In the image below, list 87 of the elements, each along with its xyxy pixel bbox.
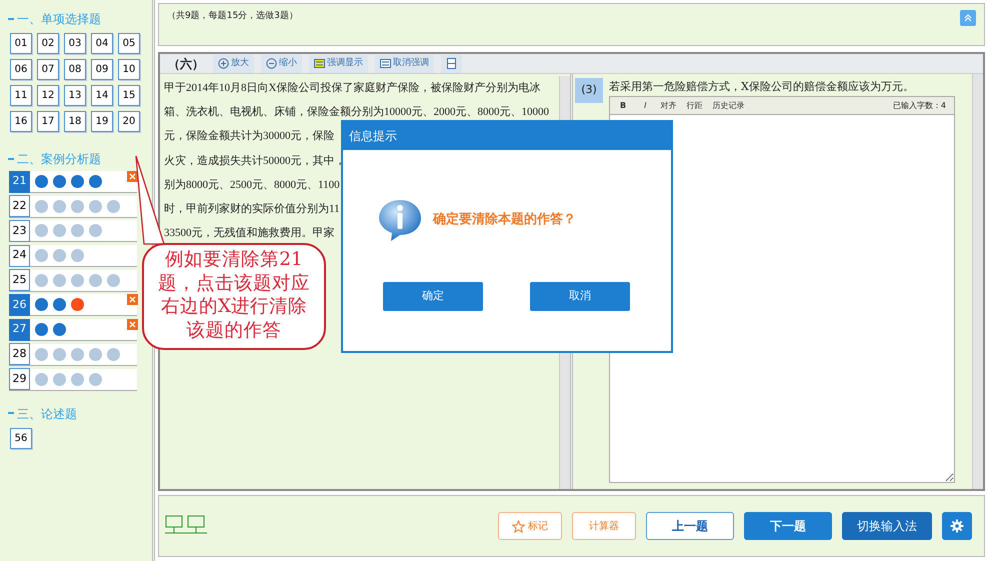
question-row[interactable]: 29 [9,368,137,390]
passage-line: 33500元，无残值和施救费用。甲家 [164,226,334,242]
question-number[interactable]: 18 [64,111,86,132]
clear-icon[interactable] [127,294,138,306]
footer-button[interactable]: 下一题 [744,512,832,540]
info-icon [377,198,423,242]
question-row[interactable]: 28 [9,344,137,366]
question-number[interactable]: 13 [64,85,86,106]
split-button[interactable] [441,54,462,72]
question-number[interactable]: 28 [9,343,30,366]
zoom-out-icon [266,58,277,69]
dialog-message: 确定要清除本题的作答？ [433,210,576,230]
question-number[interactable]: 19 [91,111,113,132]
gear-icon [950,519,964,533]
exam-summary: （共9题，每题15分，选做3题） [167,10,298,23]
question-number[interactable]: 02 [37,33,59,54]
footer-button[interactable]: 切换输入法 [842,512,932,540]
question-number[interactable]: 25 [9,269,30,292]
question-number[interactable]: 22 [9,195,30,218]
zoom-in-icon [218,58,229,69]
editor-tool[interactable]: 行距 [684,100,704,112]
question-number[interactable]: 01 [10,33,32,54]
question-number[interactable]: 16 [10,111,32,132]
question-number[interactable]: 09 [91,59,113,80]
question-row[interactable]: 25 [9,270,137,292]
question-row[interactable]: 21 [9,171,137,193]
editor-tool[interactable]: 对齐 [658,100,678,112]
question-row[interactable]: 27 [9,319,137,342]
passage-line: 元，保险金额共计为30000元，保险 [164,128,334,144]
dialog-button[interactable]: 确定 [383,282,483,311]
settings-button[interactable] [942,512,972,540]
question-number[interactable]: 03 [64,33,86,54]
passage-line: 火灾，造成损失共计50000元，其中， [164,154,346,169]
passage-line: 甲于2014年10月8日向X保险公司投保了家庭财产保险，被保险财产分别为电冰 [164,80,540,96]
toolbar-button[interactable]: 缩小 [261,54,302,72]
callout-text: 例如要清除第21 题，点击该题对应 右边的X进行清除 该题的作答 [142,243,326,350]
question-number[interactable]: 08 [64,59,86,80]
subquestion-label: (3) [575,78,603,103]
question-number[interactable]: 04 [91,33,113,54]
toolbar-button[interactable]: 取消强调 [375,54,434,72]
highlight-icon [314,58,325,69]
subquestion-text: 若采用第一危险赔偿方式，X保险公司的赔偿金额应该为万元。 [609,79,914,95]
collapse-button[interactable] [960,10,976,26]
question-number[interactable]: 07 [37,59,59,80]
dialog-button[interactable]: 取消 [530,282,630,311]
split-view-icon [446,58,457,69]
toolbar-button[interactable]: 强调显示 [309,54,368,72]
unhighlight-icon [380,58,391,69]
question-row[interactable]: 23 [9,220,137,242]
editor-tool[interactable]: B [618,100,628,112]
section-title: 三、论述题 [17,406,77,422]
passage-line: 别为8000元、2500元、8000元、1100 [164,178,340,193]
question-number[interactable]: 27 [9,318,30,341]
clear-icon[interactable] [127,319,138,330]
footer-button[interactable]: 上一题 [646,512,734,540]
passage-line: 时，甲前列家财的实际价值分别为11 [164,202,340,218]
question-row[interactable]: 24 [9,245,137,268]
question-number[interactable]: 23 [9,220,30,242]
question-number[interactable]: 17 [37,111,59,132]
question-number[interactable]: 14 [91,85,113,106]
scrollbar[interactable] [972,74,983,489]
question-row[interactable]: 26 [9,294,137,316]
question-number[interactable]: 05 [118,33,140,54]
question-number[interactable]: 21 [9,170,30,192]
question-number[interactable]: 26 [9,294,30,316]
question-label: （六） [167,56,205,72]
question-number[interactable]: 06 [10,59,32,80]
section-title: 二、案例分析题 [17,151,101,168]
question-row[interactable]: 22 [9,196,137,218]
character-counter: 已输入字数：4 [892,100,946,112]
section-title: 一、单项选择题 [17,11,101,28]
question-number[interactable]: 56 [10,428,32,448]
question-number[interactable]: 15 [118,85,140,106]
question-number[interactable]: 20 [118,111,140,132]
double-chevron-icon [964,14,972,22]
editor-tool[interactable]: 历史记录 [710,100,746,112]
question-number[interactable]: 24 [9,244,30,267]
star-icon [512,520,525,532]
dialog-title: 信息提示 [343,122,671,150]
editor-tool[interactable]: I [642,100,648,112]
question-number[interactable]: 29 [9,368,30,390]
toolbar-button[interactable]: 放大 [213,54,254,72]
question-number[interactable]: 12 [37,85,59,106]
passage-line: 箱、洗衣机、电视机、床铺，保险金额分别为10000元、2000元、8000元、10000 [164,104,549,120]
clear-icon[interactable] [127,171,138,182]
question-number[interactable]: 11 [10,85,32,106]
question-number[interactable]: 10 [118,59,140,80]
